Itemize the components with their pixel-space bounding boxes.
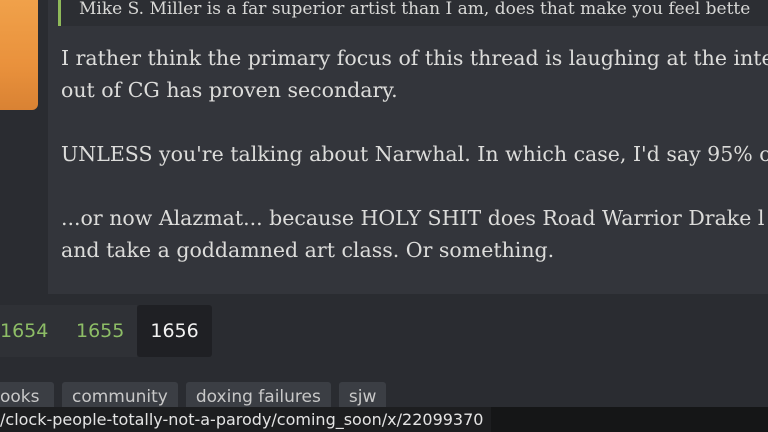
page-link-1654[interactable]: 1654 <box>0 305 63 357</box>
post-line: UNLESS you're talking about Narwhal. In … <box>61 142 768 166</box>
quote-text: Mike S. Miller is a far superior artist … <box>79 0 751 19</box>
quote-block: Mike S. Miller is a far superior artist … <box>58 0 768 26</box>
post-line: and take a goddamned art class. Or somet… <box>61 238 555 262</box>
post-line: ...or now Alazmat... because HOLY SHIT d… <box>61 206 765 230</box>
pagination: 1654 1655 1656 <box>0 305 212 357</box>
post-line: I rather think the primary focus of this… <box>61 46 768 70</box>
page-link-1655[interactable]: 1655 <box>63 305 138 357</box>
status-url: /clock-people-totally-not-a-parody/comin… <box>0 407 492 432</box>
post-line: out of CG has proven secondary. <box>61 78 398 102</box>
page-current-1656[interactable]: 1656 <box>137 305 212 357</box>
link-status-bar: /clock-people-totally-not-a-parody/comin… <box>0 407 768 432</box>
post-body: I rather think the primary focus of this… <box>61 42 768 266</box>
avatar[interactable] <box>0 0 38 110</box>
